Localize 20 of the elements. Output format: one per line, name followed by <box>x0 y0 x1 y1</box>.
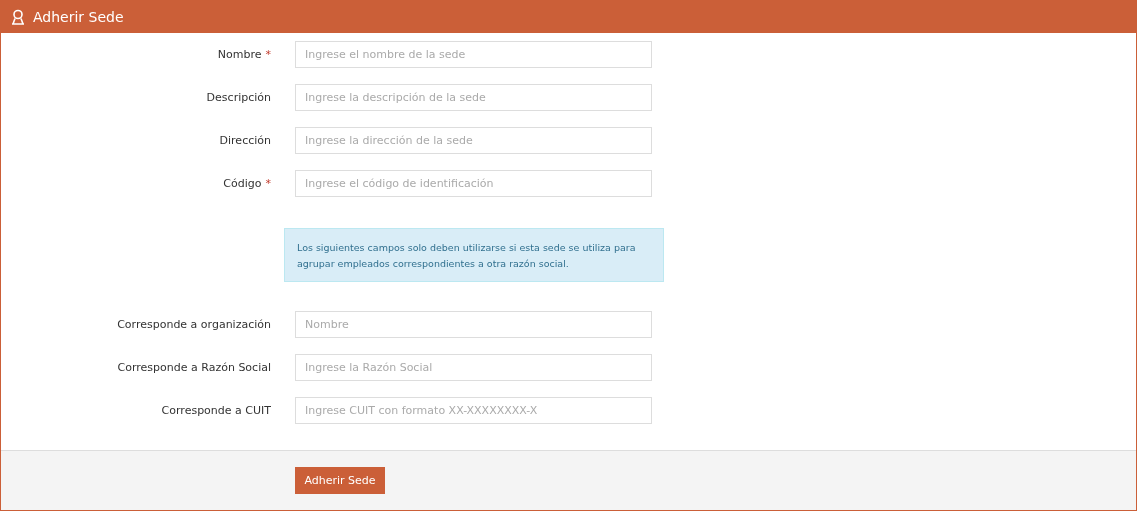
input-field[interactable]: Ingrese la descripción de la sede <box>295 84 652 111</box>
input-field[interactable]: Ingrese el código de identificación <box>295 170 652 197</box>
field-label: Corresponde a Razón Social <box>117 361 271 374</box>
panel-title: Adherir Sede <box>33 8 124 25</box>
submit-button[interactable]: Adherir Sede <box>295 467 385 494</box>
required-mark: * <box>265 177 271 190</box>
input-field[interactable]: Ingrese la Razón Social <box>295 354 652 381</box>
field-label: Corresponde a organización <box>117 318 271 331</box>
field-label: Nombre <box>217 48 262 61</box>
info-alert: Los siguientes campos solo deben utilizarse si esta sede se utiliza para agrupar empleados correspondientes a otra razón social. <box>284 228 664 282</box>
field-label: Código <box>223 177 262 190</box>
input-field[interactable]: Ingrese la dirección de la sede <box>295 127 652 154</box>
field-label: Dirección <box>219 134 271 147</box>
input-field[interactable]: Ingrese el nombre de la sede <box>295 41 652 68</box>
field-label: Descripción <box>206 91 271 104</box>
input-field[interactable]: Nombre <box>295 311 652 338</box>
user-icon <box>10 8 26 25</box>
field-label: Corresponde a CUIT <box>161 404 271 417</box>
required-mark: * <box>265 48 271 61</box>
input-field[interactable]: Ingrese CUIT con formato XX-XXXXXXXX-X <box>295 397 652 424</box>
